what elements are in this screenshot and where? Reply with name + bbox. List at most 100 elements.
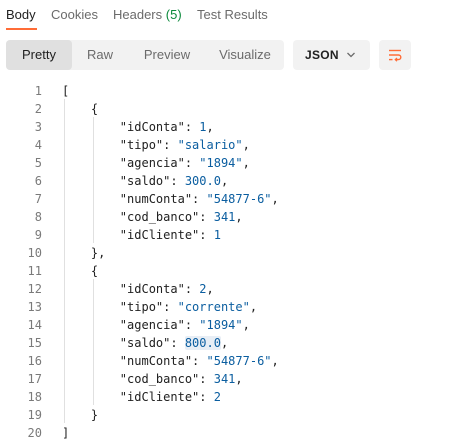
tab-headers[interactable]: Headers (5) [113,7,182,22]
code-text: }, [62,244,105,262]
code-line: 11 { [0,262,467,280]
json-key: "idConta" [119,120,185,134]
code-text: ] [62,424,69,442]
line-number: 5 [34,156,42,170]
line-number: 13 [27,300,42,314]
code-line: 15 "saldo": 800.0, [0,334,467,352]
line-number: 7 [34,192,42,206]
line-number: 17 [27,372,42,386]
code-line: 6 "saldo": 300.0, [0,172,467,190]
json-string-value: "1894" [199,318,243,332]
json-punctuation: , [271,354,279,368]
json-key: "cod_banco" [119,372,200,386]
line-number: 4 [34,138,42,152]
wrap-lines-icon [389,49,402,62]
json-key: "saldo" [119,336,171,350]
code-text: "tipo": "corrente", [62,298,257,316]
json-punctuation: { [90,102,99,116]
json-punctuation: : [199,228,214,242]
json-punctuation: , [206,282,214,296]
highlighted-value: 800.0 [184,336,221,350]
json-punctuation: , [271,192,279,206]
code-text: "idCliente": 1 [62,226,221,244]
json-punctuation: : [184,282,200,296]
code-text: } [62,406,98,424]
json-key: "agencia" [119,318,185,332]
line-number: 1 [34,84,42,98]
json-punctuation: [ [62,84,70,98]
json-number-value: 341 [213,210,236,224]
line-number: 14 [27,318,42,332]
active-tab-indicator [6,28,37,30]
code-line: 5 "agencia": "1894", [0,154,467,172]
json-punctuation: : [184,120,200,134]
code-text: [ [62,82,69,100]
json-number-value: 300.0 [184,174,221,188]
tab-headers-label: Headers [113,7,163,22]
view-mode-visualize[interactable]: Visualize [206,40,284,70]
code-line: 4 "tipo": "salario", [0,136,467,154]
json-number-value: 341 [213,372,236,386]
tab-cookies[interactable]: Cookies [51,7,98,22]
json-punctuation: : [184,318,200,332]
code-text: "agencia": "1894", [62,316,250,334]
tab-body[interactable]: Body [6,7,36,22]
json-punctuation: : [184,156,200,170]
code-text: { [62,262,98,280]
code-line: 20] [0,424,467,442]
view-mode-raw[interactable]: Raw [72,40,128,70]
wrap-lines-button[interactable] [379,40,411,70]
json-punctuation: : [199,372,214,386]
code-line: 16 "numConta": "54877-6", [0,352,467,370]
json-key: "tipo" [119,138,164,152]
code-line: 17 "cod_banco": 341, [0,370,467,388]
line-number: 18 [27,390,42,404]
json-punctuation: : [163,300,178,314]
view-mode-preview[interactable]: Preview [128,40,206,70]
json-punctuation: : [170,336,185,350]
code-text: "idCliente": 2 [62,388,221,406]
json-punctuation: { [90,264,99,278]
response-body-viewer[interactable]: 1[2 {3 "idConta": 1, 4 "tipo": "salario",… [0,82,467,445]
json-key: "idConta" [119,282,185,296]
line-number: 15 [27,336,42,350]
json-key: "idCliente" [119,228,200,242]
json-punctuation: } [90,408,99,422]
line-number: 6 [34,174,42,188]
code-text: "cod_banco": 341, [62,208,243,226]
view-mode-selector: Pretty Raw Preview Visualize [6,40,284,70]
json-key: "numConta" [119,192,193,206]
json-punctuation: , [235,372,243,386]
tab-test-results[interactable]: Test Results [197,7,268,22]
code-line: 2 { [0,100,467,118]
json-string-value: "salario" [177,138,243,152]
json-number-value: 1 [199,120,207,134]
code-text: "idConta": 2, [62,280,214,298]
line-number: 8 [34,210,42,224]
chevron-down-icon [347,52,355,58]
json-number-value: 2 [213,390,221,404]
line-number: 10 [27,246,42,260]
json-punctuation: : [163,138,178,152]
json-string-value: "corrente" [177,300,250,314]
json-punctuation: , [235,210,243,224]
view-mode-pretty[interactable]: Pretty [6,40,72,70]
json-punctuation: : [199,390,214,404]
json-key: "tipo" [119,300,164,314]
line-number: 12 [27,282,42,296]
code-text: "idConta": 1, [62,118,214,136]
format-dropdown[interactable]: JSON [293,40,370,70]
